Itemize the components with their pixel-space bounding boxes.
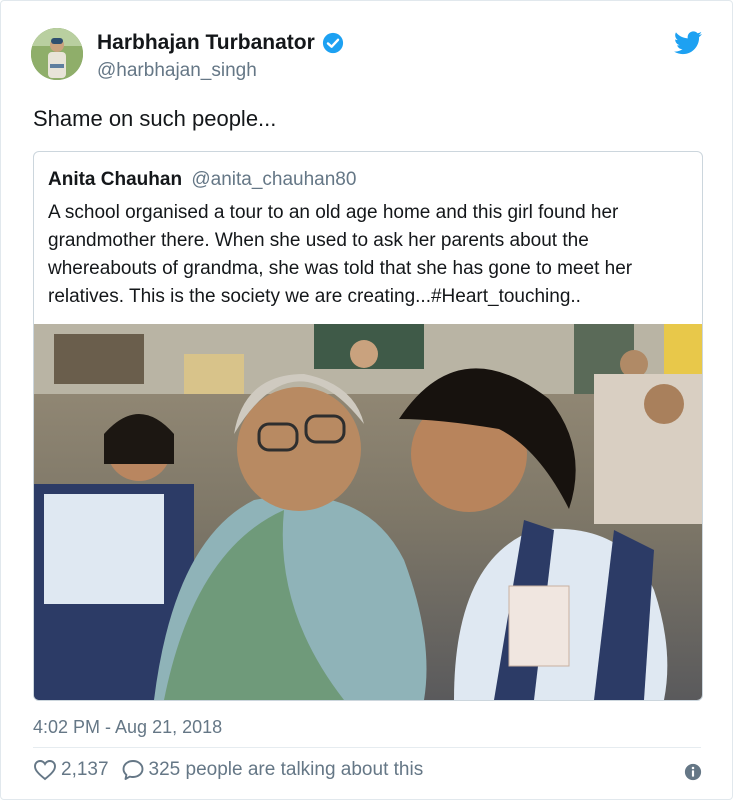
speech-bubble-icon	[122, 760, 143, 780]
quoted-author-handle[interactable]: @anita_chauhan80	[191, 169, 356, 190]
quoted-photo[interactable]	[34, 324, 702, 700]
like-count: 2,137	[61, 759, 109, 780]
tweet-actions: 2,137 325 people are talking about this	[33, 758, 423, 782]
heart-icon	[34, 760, 56, 781]
talking-count: 325 people are talking about this	[148, 759, 424, 780]
verified-badge-icon	[322, 32, 343, 54]
twitter-bird-icon[interactable]	[674, 31, 702, 55]
tweet-card: Harbhajan Turbanator @harbhajan_singh Sh…	[0, 0, 733, 800]
avatar[interactable]	[31, 28, 83, 80]
like-button[interactable]: 2,137	[33, 758, 109, 782]
quoted-tweet-text: A school organised a tour to an old age …	[48, 202, 633, 307]
quoted-author-name[interactable]: Anita Chauhan	[48, 169, 182, 190]
author-row: Harbhajan Turbanator	[97, 31, 344, 55]
tweet-text: Shame on such people...	[33, 106, 277, 131]
reply-button[interactable]: 325 people are talking about this	[121, 758, 424, 782]
quoted-tweet[interactable]: Anita Chauhan @anita_chauhan80 A school …	[33, 151, 703, 701]
tweet-timestamp[interactable]: 4:02 PM - Aug 21, 2018	[33, 717, 222, 738]
author-handle[interactable]: @harbhajan_singh	[97, 60, 257, 82]
author-name[interactable]: Harbhajan Turbanator	[97, 31, 315, 55]
quoted-author-row: Anita Chauhan @anita_chauhan80	[48, 169, 356, 191]
info-icon[interactable]	[684, 763, 702, 781]
divider	[33, 747, 701, 748]
